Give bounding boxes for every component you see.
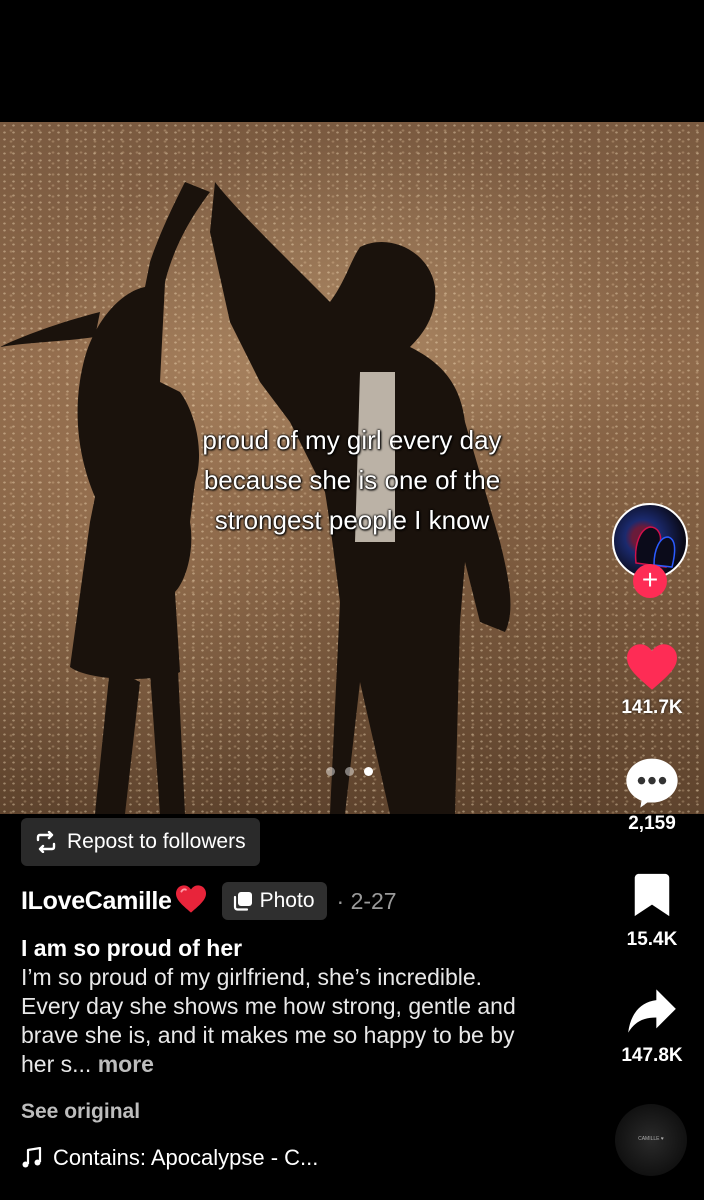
post-photo[interactable]: proud of my girl every day because she i… — [0, 122, 704, 814]
caption-line: proud of my girl every day — [202, 425, 502, 455]
carousel-dot-active[interactable] — [364, 767, 373, 776]
music-disc[interactable]: CAMILLE ♥ — [615, 1104, 687, 1176]
repost-button[interactable]: Repost to followers — [21, 818, 260, 866]
follow-button[interactable]: + — [633, 564, 667, 598]
share-button[interactable] — [622, 986, 682, 1041]
author-line: ILoveCamille Photo · 2-27 — [21, 880, 397, 922]
heart-emoji-icon — [174, 884, 208, 919]
author-username[interactable]: ILoveCamille — [21, 887, 172, 916]
caption-line: because she is one of the — [203, 465, 501, 495]
photo-icon — [233, 892, 252, 911]
comment-count: 2,159 — [628, 813, 676, 834]
more-link[interactable]: more — [98, 1051, 154, 1077]
music-note-icon — [22, 1147, 42, 1168]
music-label: Contains: Apocalypse - C... — [53, 1145, 319, 1170]
post-title: I am so proud of her — [21, 935, 243, 961]
share-count: 147.8K — [621, 1045, 683, 1066]
carousel-indicator — [326, 767, 373, 776]
carousel-dot[interactable] — [345, 767, 354, 776]
post-date: · 2-27 — [336, 887, 397, 914]
heart-icon — [627, 644, 677, 690]
photo-caption: proud of my girl every day because she i… — [0, 420, 704, 540]
photo-badge-label: Photo — [259, 889, 315, 912]
like-button[interactable] — [622, 642, 682, 697]
caption-line: strongest people I know — [214, 505, 490, 535]
comment-icon — [626, 758, 678, 808]
plus-icon: + — [641, 564, 659, 595]
comment-button[interactable] — [622, 756, 682, 813]
share-icon — [628, 989, 676, 1033]
see-original-link[interactable]: See original — [21, 1100, 140, 1124]
repost-label: Repost to followers — [67, 830, 246, 853]
bookmark-icon — [634, 873, 670, 917]
post-description[interactable]: I’m so proud of my girlfriend, she’s inc… — [21, 963, 541, 1079]
photo-badge: Photo — [221, 882, 327, 920]
music-info[interactable]: Contains: Apocalypse - C... — [21, 1145, 318, 1171]
repost-icon — [36, 831, 56, 853]
save-count: 15.4K — [626, 929, 678, 950]
like-count: 141.7K — [621, 697, 683, 718]
carousel-dot[interactable] — [326, 767, 335, 776]
description-text: I’m so proud of my girlfriend, she’s inc… — [21, 964, 516, 1077]
bookmark-button[interactable] — [622, 872, 682, 923]
disc-label: CAMILLE ♥ — [638, 1136, 664, 1142]
